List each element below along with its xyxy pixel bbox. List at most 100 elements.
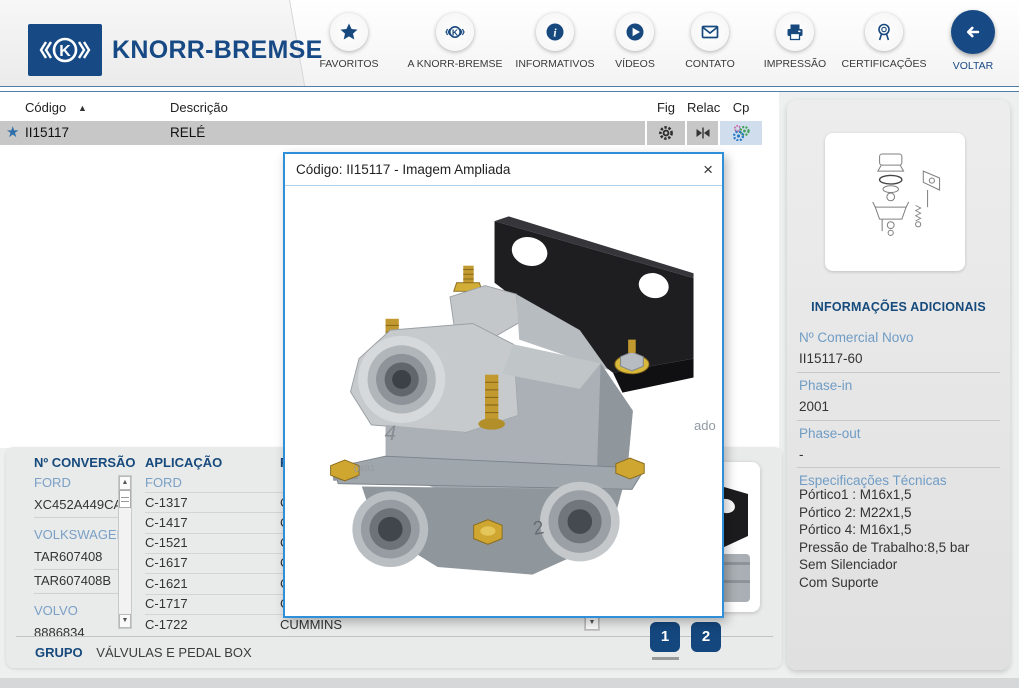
exploded-diagram-image <box>835 142 955 262</box>
nav-label: FAVORITOS <box>294 58 404 70</box>
aplicacao-model: C-1521 <box>145 535 188 551</box>
favorite-star-icon[interactable]: ★ <box>6 121 19 145</box>
svg-text:0481: 0481 <box>353 463 375 475</box>
info-icon: i <box>536 13 574 51</box>
modal-title-bar: Código: II15117 - Imagem Ampliada × <box>285 154 722 186</box>
nav-voltar[interactable]: VOLTAR <box>923 10 1019 72</box>
relay-valve-photo: 4 2 0481 <box>289 188 719 586</box>
gear-icon <box>658 125 674 141</box>
field-value: 2001 <box>799 399 829 414</box>
conversao-code: XC452A449CA <box>34 497 122 513</box>
knorr-monogram-icon: K <box>32 30 98 70</box>
field-value: - <box>799 447 804 462</box>
fig-button[interactable] <box>647 121 685 145</box>
active-page-underline <box>652 657 679 660</box>
divider <box>797 420 1000 421</box>
nav-label: VOLTAR <box>923 60 1019 72</box>
aplicacao-brand: FORD <box>145 475 182 491</box>
table-row-main-cell: ★ II15117 RELÉ <box>0 121 645 145</box>
aplicacao-model: C-1617 <box>145 555 188 571</box>
aplicacao-title: APLICAÇÃO <box>145 455 222 470</box>
page-button-1[interactable]: 1 <box>650 622 680 652</box>
knorr-monogram-icon: K <box>436 13 474 51</box>
spec-line: Pórtico1 : M16x1,5 <box>799 486 969 504</box>
row-codigo: II15117 <box>25 121 69 145</box>
grupo-label: GRUPO <box>35 645 83 660</box>
play-icon <box>616 13 654 51</box>
close-icon[interactable]: × <box>703 154 713 185</box>
results-table-header: Código ▲ Descrição Fig Relac Cp <box>0 98 779 118</box>
footer-bar <box>0 678 1019 688</box>
svg-text:K: K <box>59 43 71 60</box>
divider <box>797 372 1000 373</box>
nav-label: A KNORR-BREMSE <box>394 58 516 70</box>
column-header-codigo[interactable]: Código <box>25 98 66 118</box>
app-window: K KNORR-BREMSE FAVORITOS K A KNORR- <box>0 0 1019 688</box>
overlay-text-fragment: ado <box>694 418 716 433</box>
relac-button[interactable] <box>687 121 718 145</box>
aplicacao-model: C-1621 <box>145 576 188 592</box>
star-icon <box>330 13 368 51</box>
svg-text:K: K <box>452 27 459 37</box>
sidebar-title: INFORMAÇÕES ADICIONAIS <box>787 300 1010 314</box>
brand-name: KNORR-BREMSE <box>112 36 323 65</box>
modal-title: Código: II15117 - Imagem Ampliada <box>296 162 510 177</box>
aplicacao-model: C-1722 <box>145 617 188 633</box>
aplicacao-manufacturer: CUMMINS <box>280 617 342 633</box>
svg-text:4: 4 <box>384 422 396 445</box>
column-header-relac: Relac <box>687 98 718 118</box>
grupo-row: GRUPO VÁLVULAS E PEDAL BOX <box>35 645 252 660</box>
printer-icon <box>776 13 814 51</box>
conversao-code: TAR607408B <box>34 573 111 589</box>
aplicacao-model: C-1717 <box>145 596 188 612</box>
certificate-icon <box>865 13 903 51</box>
conversao-code: 8886834 <box>34 625 85 641</box>
conversao-code: TAR607408 <box>34 549 102 565</box>
conversao-title: Nº CONVERSÃO <box>34 455 136 470</box>
valve-symbol-icon <box>695 125 711 141</box>
modal-body: 4 2 0481 <box>285 186 722 588</box>
spec-line: Pórtico 4: M16x1,5 <box>799 521 969 539</box>
field-label: Nº Comercial Novo <box>799 330 913 345</box>
aplicacao-model: C-1317 <box>145 495 188 511</box>
spec-line: Pórtico 2: M22x1,5 <box>799 504 969 522</box>
nav-a-knorr-bremse[interactable]: K A KNORR-BREMSE <box>394 13 516 70</box>
divider <box>34 593 126 594</box>
divider <box>34 517 126 518</box>
scroll-up-button[interactable]: ▲ <box>119 476 131 490</box>
sort-asc-icon[interactable]: ▲ <box>78 98 87 118</box>
colored-gears-icon <box>733 125 750 141</box>
additional-info-sidebar: INFORMAÇÕES ADICIONAIS Nº Comercial Novo… <box>787 100 1010 670</box>
knorr-bremse-logo[interactable]: K <box>28 24 102 76</box>
conversao-brand: FORD <box>34 475 71 491</box>
column-header-cp: Cp <box>720 98 762 118</box>
image-modal: Código: II15117 - Imagem Ampliada × <box>283 152 724 618</box>
spec-line: Pressão de Trabalho:8,5 bar <box>799 539 969 557</box>
cp-button[interactable] <box>720 121 762 145</box>
column-header-fig: Fig <box>647 98 685 118</box>
scrollbar-thumb[interactable] <box>119 490 131 508</box>
divider <box>797 467 1000 468</box>
scroll-down-button[interactable]: ▼ <box>119 614 131 628</box>
header: K KNORR-BREMSE FAVORITOS K A KNORR- <box>0 0 1019 86</box>
conversao-brand: VOLVO <box>34 603 78 619</box>
page-button-2[interactable]: 2 <box>691 622 721 652</box>
field-label: Phase-in <box>799 378 852 393</box>
column-header-descricao: Descrição <box>170 98 228 118</box>
conversao-scrollbar[interactable]: ▲ ▼ <box>118 475 132 629</box>
grupo-value: VÁLVULAS E PEDAL BOX <box>96 645 251 660</box>
spec-line: Sem Silenciador <box>799 556 969 574</box>
exploded-view-thumbnail[interactable] <box>825 133 965 271</box>
field-label: Phase-out <box>799 426 861 441</box>
conversao-brand: VOLKSWAGEN <box>34 527 126 543</box>
table-row[interactable]: ★ II15117 RELÉ <box>0 121 762 145</box>
scroll-down-button[interactable]: ▼ <box>585 616 599 630</box>
row-descricao: RELÉ <box>170 121 205 145</box>
divider <box>34 569 126 570</box>
field-value: II15117-60 <box>799 351 863 366</box>
nav-favoritos[interactable]: FAVORITOS <box>294 13 404 70</box>
mail-icon <box>691 13 729 51</box>
aplicacao-model: C-1417 <box>145 515 188 531</box>
spec-line: Com Suporte <box>799 574 969 592</box>
back-arrow-icon <box>951 10 995 54</box>
